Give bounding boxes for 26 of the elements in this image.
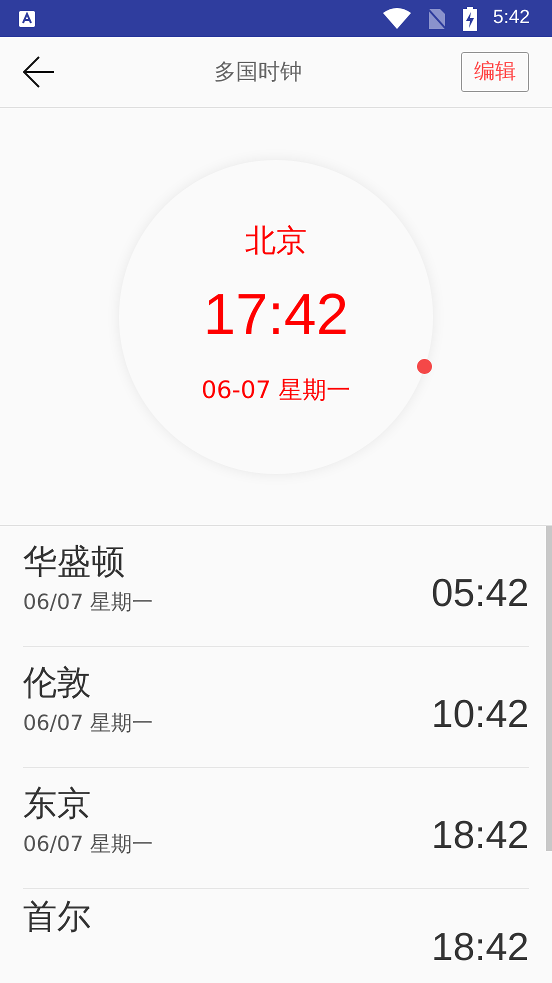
city-date: 06/07 星期一 (23, 830, 154, 858)
city-name: 伦敦 (23, 663, 92, 704)
city-row[interactable]: 伦敦 06/07 星期一 10:42 (23, 647, 529, 768)
city-date: 06/07 星期一 (23, 710, 154, 737)
city-name: 东京 (23, 784, 92, 825)
screen-title: 多国时钟 (214, 58, 302, 86)
app-notification-icon (18, 10, 36, 28)
back-arrow-icon[interactable] (23, 56, 55, 88)
wifi-icon (383, 8, 412, 30)
city-row[interactable]: 华盛顿 06/07 星期一 05:42 (23, 526, 529, 647)
clock-time: 17:42 (203, 286, 349, 344)
second-hand-dot (417, 358, 432, 374)
city-date: 06/07 星期一 (23, 588, 154, 616)
city-time: 18:42 (431, 814, 529, 858)
no-sim-icon (427, 8, 448, 30)
city-time: 18:42 (431, 927, 529, 970)
status-time: 5:42 (493, 6, 530, 30)
city-time: 05:42 (431, 572, 529, 616)
clock-date: 06-07 星期一 (201, 375, 351, 406)
city-row[interactable]: 首尔 18:42 (23, 889, 529, 983)
city-name: 北京 (245, 222, 307, 260)
battery-charging-icon (463, 6, 478, 30)
city-name: 首尔 (23, 897, 91, 938)
city-time: 10:42 (431, 694, 529, 736)
city-row[interactable]: 东京 06/07 星期一 18:42 (23, 768, 529, 889)
city-name: 华盛顿 (23, 542, 126, 583)
